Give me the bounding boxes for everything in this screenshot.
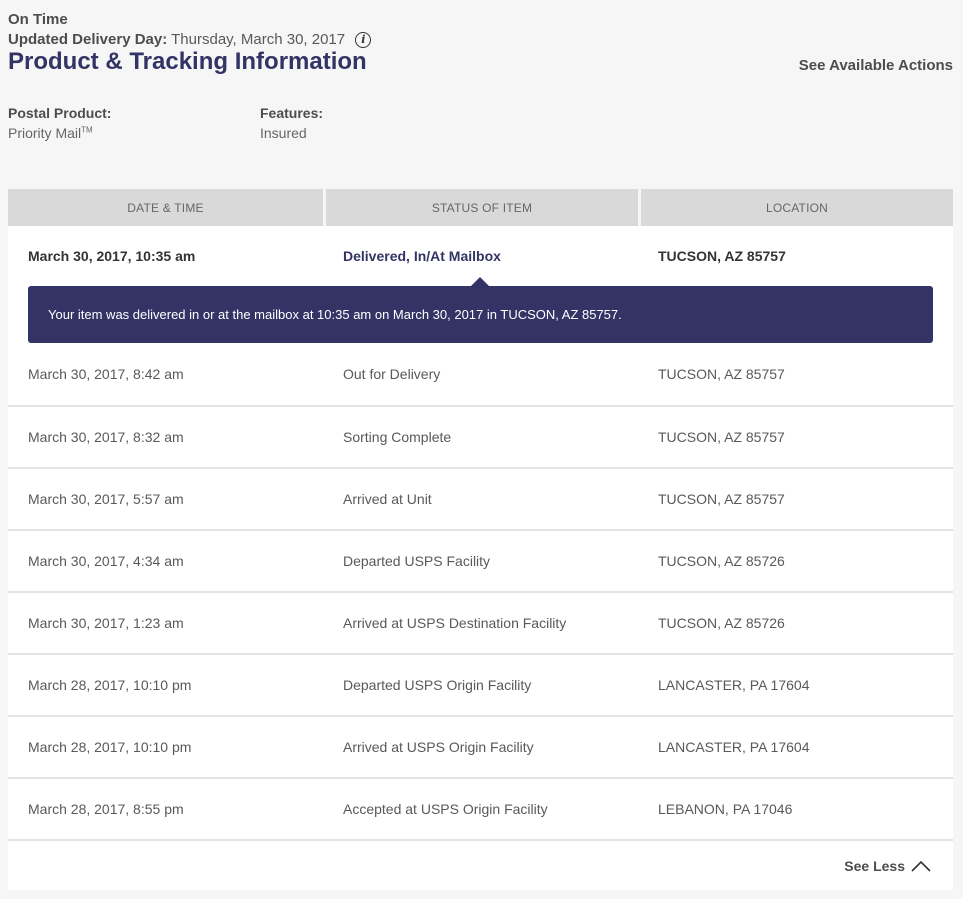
row-location: LANCASTER, PA 17604 [658, 739, 810, 755]
row-status: Arrived at Unit [343, 491, 432, 507]
delivery-detail-tooltip: Your item was delivered in or at the mai… [28, 277, 933, 343]
see-available-actions-link[interactable]: See Available Actions [799, 57, 953, 74]
table-body: March 30, 2017, 10:35 am Delivered, In/A… [8, 226, 953, 841]
row-location: TUCSON, AZ 85726 [658, 553, 785, 569]
features-label: Features: [260, 105, 324, 121]
row-location: LANCASTER, PA 17604 [658, 677, 810, 693]
postal-product-value: Priority MailTM [8, 125, 111, 141]
postal-product: Postal Product: Priority MailTM [8, 105, 111, 141]
delivery-value: Thursday, March 30, 2017 [171, 31, 346, 48]
tracking-table: DATE & TIME STATUS OF ITEM LOCATION Marc… [8, 189, 953, 890]
table-row: March 30, 2017, 5:57 am Arrived at Unit … [8, 469, 953, 531]
delivery-line: Updated Delivery Day: Thursday, March 30… [8, 31, 372, 48]
row-date: March 28, 2017, 10:10 pm [28, 677, 192, 693]
see-less-button[interactable]: See Less [844, 858, 931, 874]
table-footer: See Less [8, 841, 953, 890]
row-date: March 30, 2017, 8:42 am [28, 366, 184, 382]
row-status: Accepted at USPS Origin Facility [343, 801, 548, 817]
row-date: March 28, 2017, 10:10 pm [28, 739, 192, 755]
table-row: March 28, 2017, 8:55 pm Accepted at USPS… [8, 779, 953, 841]
table-header: DATE & TIME STATUS OF ITEM LOCATION [8, 189, 953, 226]
column-header-location: LOCATION [641, 189, 953, 226]
page-title: Product & Tracking Information [8, 48, 367, 75]
row-status: Arrived at USPS Origin Facility [343, 739, 534, 755]
table-row: March 30, 2017, 4:34 am Departed USPS Fa… [8, 531, 953, 593]
row-status: Sorting Complete [343, 429, 452, 445]
postal-product-label: Postal Product: [8, 105, 112, 121]
column-header-status: STATUS OF ITEM [326, 189, 638, 226]
row-status: Delivered, In/At Mailbox [343, 248, 501, 264]
features: Features: Insured [260, 105, 323, 141]
row-date: March 28, 2017, 8:55 pm [28, 801, 184, 817]
column-header-date-time: DATE & TIME [8, 189, 323, 226]
row-date: March 30, 2017, 5:57 am [28, 491, 184, 507]
delivery-label: Updated Delivery Day: [8, 31, 168, 48]
see-less-label: See Less [844, 858, 905, 874]
row-location: TUCSON, AZ 85757 [658, 366, 785, 382]
row-date: March 30, 2017, 10:35 am [28, 248, 196, 264]
table-row: March 28, 2017, 10:10 pm Departed USPS O… [8, 655, 953, 717]
table-row: March 30, 2017, 8:32 am Sorting Complete… [8, 407, 953, 469]
row-location: TUCSON, AZ 85757 [658, 491, 785, 507]
row-status: Arrived at USPS Destination Facility [343, 615, 567, 631]
table-row: March 30, 2017, 8:42 am Out for Delivery… [8, 343, 953, 407]
trademark-mark: TM [81, 125, 93, 135]
row-date: March 30, 2017, 8:32 am [28, 429, 184, 445]
row-location: TUCSON, AZ 85726 [658, 615, 785, 631]
row-location: TUCSON, AZ 85757 [658, 429, 785, 445]
row-status: Departed USPS Facility [343, 553, 491, 569]
features-value: Insured [260, 125, 307, 141]
chevron-up-icon [911, 860, 931, 872]
status-label: On Time [8, 11, 68, 28]
row-date: March 30, 2017, 1:23 am [28, 615, 184, 631]
table-row: March 30, 2017, 1:23 am Arrived at USPS … [8, 593, 953, 655]
row-date: March 30, 2017, 4:34 am [28, 553, 184, 569]
row-status: Departed USPS Origin Facility [343, 677, 532, 693]
row-status: Out for Delivery [343, 366, 441, 382]
postal-product-name: Priority Mail [8, 125, 82, 141]
info-icon[interactable]: i [355, 32, 372, 48]
row-location: LEBANON, PA 17046 [658, 801, 793, 817]
row-location: TUCSON, AZ 85757 [658, 248, 786, 264]
table-row: March 28, 2017, 10:10 pm Arrived at USPS… [8, 717, 953, 779]
